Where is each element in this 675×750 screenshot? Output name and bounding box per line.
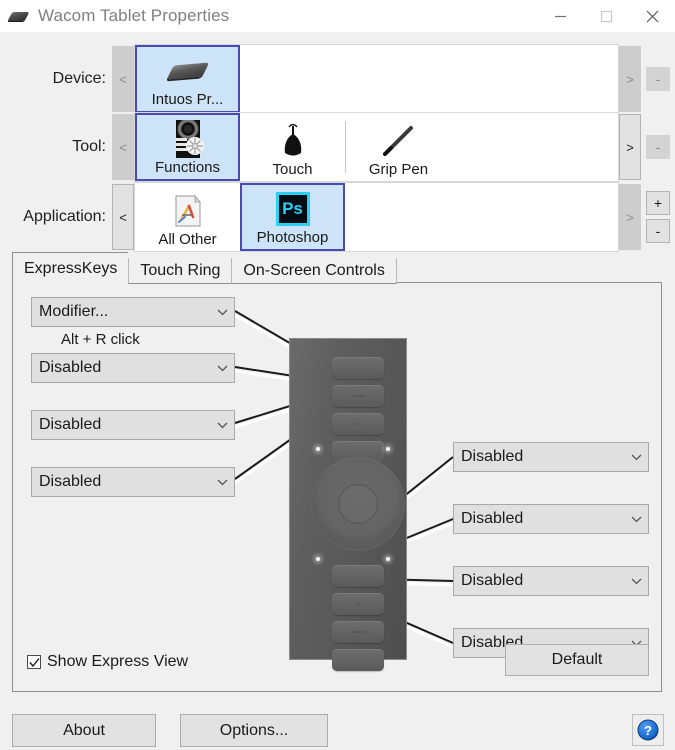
- tablet-icon: [7, 5, 30, 27]
- dropdown-value: Disabled: [461, 510, 524, 527]
- tool-next-button[interactable]: >: [619, 114, 641, 180]
- window-title: Wacom Tablet Properties: [38, 6, 230, 25]
- remove-device-button[interactable]: -: [646, 67, 670, 91]
- touch-ring-led-top-left: [316, 447, 320, 451]
- application-item-all-other[interactable]: All Other: [135, 183, 240, 251]
- application-item-label: All Other: [158, 231, 217, 248]
- help-icon: ?: [637, 719, 659, 741]
- dropdown-value: Disabled: [39, 416, 102, 433]
- express-key-8[interactable]: [332, 649, 384, 671]
- touch-icon: [240, 121, 345, 161]
- device-prev-button[interactable]: <: [112, 46, 134, 112]
- device-next-button[interactable]: >: [619, 46, 641, 112]
- expresskey-dropdown-left-2[interactable]: Disabled: [31, 353, 235, 383]
- close-button[interactable]: [629, 0, 675, 32]
- application-prev-button[interactable]: <: [112, 184, 134, 250]
- expresskey-dropdown-left-4[interactable]: Disabled: [31, 467, 235, 497]
- express-key-1[interactable]: [332, 357, 384, 379]
- all-other-icon: [135, 191, 240, 231]
- tab-strip-end-divider: [395, 258, 397, 284]
- grip-pen-icon: [346, 121, 451, 161]
- chevron-down-icon: [210, 354, 234, 382]
- tool-row: Tool: < Functions Touch Grip Pen > -: [0, 112, 675, 182]
- tab-strip: ExpressKeys Touch Ring On-Screen Control…: [12, 252, 397, 284]
- application-item-label: Photoshop: [256, 229, 329, 246]
- chevron-down-icon: [210, 411, 234, 439]
- application-row-label: Application:: [23, 208, 106, 225]
- show-express-view-row[interactable]: Show Express View: [27, 653, 188, 671]
- tool-item-functions[interactable]: Functions: [135, 113, 240, 181]
- wacom-tablet-properties-window: Wacom Tablet Properties Device: < Intuos…: [0, 0, 675, 750]
- express-key-7[interactable]: [332, 621, 384, 643]
- expresskeys-panel: Modifier... Alt + R click Disabled Disab…: [12, 282, 662, 692]
- expresskey-dropdown-left-1[interactable]: Modifier...: [31, 297, 235, 327]
- expresskey-dropdown-right-2[interactable]: Disabled: [453, 504, 649, 534]
- tool-prev-button[interactable]: <: [112, 114, 134, 180]
- chevron-down-icon: [624, 567, 648, 595]
- default-button[interactable]: Default: [505, 644, 649, 676]
- options-button[interactable]: Options...: [180, 714, 328, 747]
- tool-item-grip-pen[interactable]: Grip Pen: [346, 113, 451, 181]
- tab-on-screen-controls[interactable]: On-Screen Controls: [231, 258, 396, 284]
- express-key-2[interactable]: [332, 385, 384, 407]
- selector-rows: Device: < Intuos Pr... > - Tool: < Funct…: [0, 32, 675, 252]
- express-key-5[interactable]: [332, 565, 384, 587]
- show-express-view-label: Show Express View: [47, 653, 189, 670]
- tool-list[interactable]: Functions Touch Grip Pen: [134, 112, 619, 182]
- tab-touch-ring[interactable]: Touch Ring: [128, 258, 232, 284]
- touch-ring-led-top-right: [386, 447, 390, 451]
- tool-row-label: Tool:: [72, 138, 106, 155]
- minimize-button[interactable]: [537, 0, 583, 32]
- expresskey-sublabel-left-1: Alt + R click: [61, 331, 140, 348]
- application-next-button[interactable]: >: [619, 184, 641, 250]
- device-side-buttons: -: [641, 44, 675, 114]
- tool-side-buttons: -: [641, 112, 675, 182]
- application-item-photoshop[interactable]: Ps Photoshop: [240, 183, 345, 251]
- application-list[interactable]: All Other Ps Photoshop: [134, 182, 619, 252]
- settings-tab-panel: ExpressKeys Touch Ring On-Screen Control…: [12, 252, 662, 692]
- dropdown-value: Disabled: [461, 572, 524, 589]
- chevron-down-icon: [624, 505, 648, 533]
- chevron-down-icon: [210, 298, 234, 326]
- tab-expresskeys[interactable]: ExpressKeys: [12, 252, 129, 284]
- tool-item-label: Touch: [272, 161, 313, 178]
- expresskey-dropdown-right-1[interactable]: Disabled: [453, 442, 649, 472]
- dropdown-value: Disabled: [39, 359, 102, 376]
- show-express-view-checkbox[interactable]: [27, 655, 41, 669]
- tablet-icon: [137, 51, 238, 91]
- expresskey-dropdown-left-3[interactable]: Disabled: [31, 410, 235, 440]
- photoshop-icon: Ps: [242, 189, 343, 229]
- device-list[interactable]: Intuos Pr...: [134, 44, 619, 114]
- about-button[interactable]: About: [12, 714, 156, 747]
- express-key-6[interactable]: [332, 593, 384, 615]
- remove-application-button[interactable]: -: [646, 219, 670, 243]
- maximize-button[interactable]: [583, 0, 629, 32]
- tool-item-label: Functions: [154, 159, 221, 176]
- tool-item-label: Grip Pen: [368, 161, 429, 178]
- device-item-intuos-pro[interactable]: Intuos Pr...: [135, 45, 240, 113]
- dropdown-value: Disabled: [461, 448, 524, 465]
- touch-ring-led-bottom-left: [316, 557, 320, 561]
- tool-item-touch[interactable]: Touch: [240, 113, 345, 181]
- help-button[interactable]: ?: [632, 714, 664, 746]
- tablet-diagram: [289, 338, 407, 671]
- chevron-down-icon: [624, 443, 648, 471]
- express-key-3[interactable]: [332, 413, 384, 435]
- dropdown-value: Disabled: [39, 473, 102, 490]
- device-row-label: Device:: [52, 70, 106, 87]
- functions-icon: [137, 119, 238, 159]
- add-application-button[interactable]: +: [646, 191, 670, 215]
- application-row: Application: < All Other Ps Photoshop > …: [0, 182, 675, 252]
- touch-ring-led-bottom-right: [386, 557, 390, 561]
- touch-ring[interactable]: [311, 457, 405, 551]
- dropdown-value: Modifier...: [39, 303, 109, 320]
- device-item-label: Intuos Pr...: [151, 91, 224, 108]
- chevron-down-icon: [210, 468, 234, 496]
- device-row: Device: < Intuos Pr... > -: [0, 44, 675, 114]
- svg-text:?: ?: [644, 723, 652, 738]
- application-side-buttons: + -: [641, 182, 675, 252]
- expresskey-dropdown-right-3[interactable]: Disabled: [453, 566, 649, 596]
- remove-tool-button[interactable]: -: [646, 135, 670, 159]
- title-bar: Wacom Tablet Properties: [0, 0, 675, 32]
